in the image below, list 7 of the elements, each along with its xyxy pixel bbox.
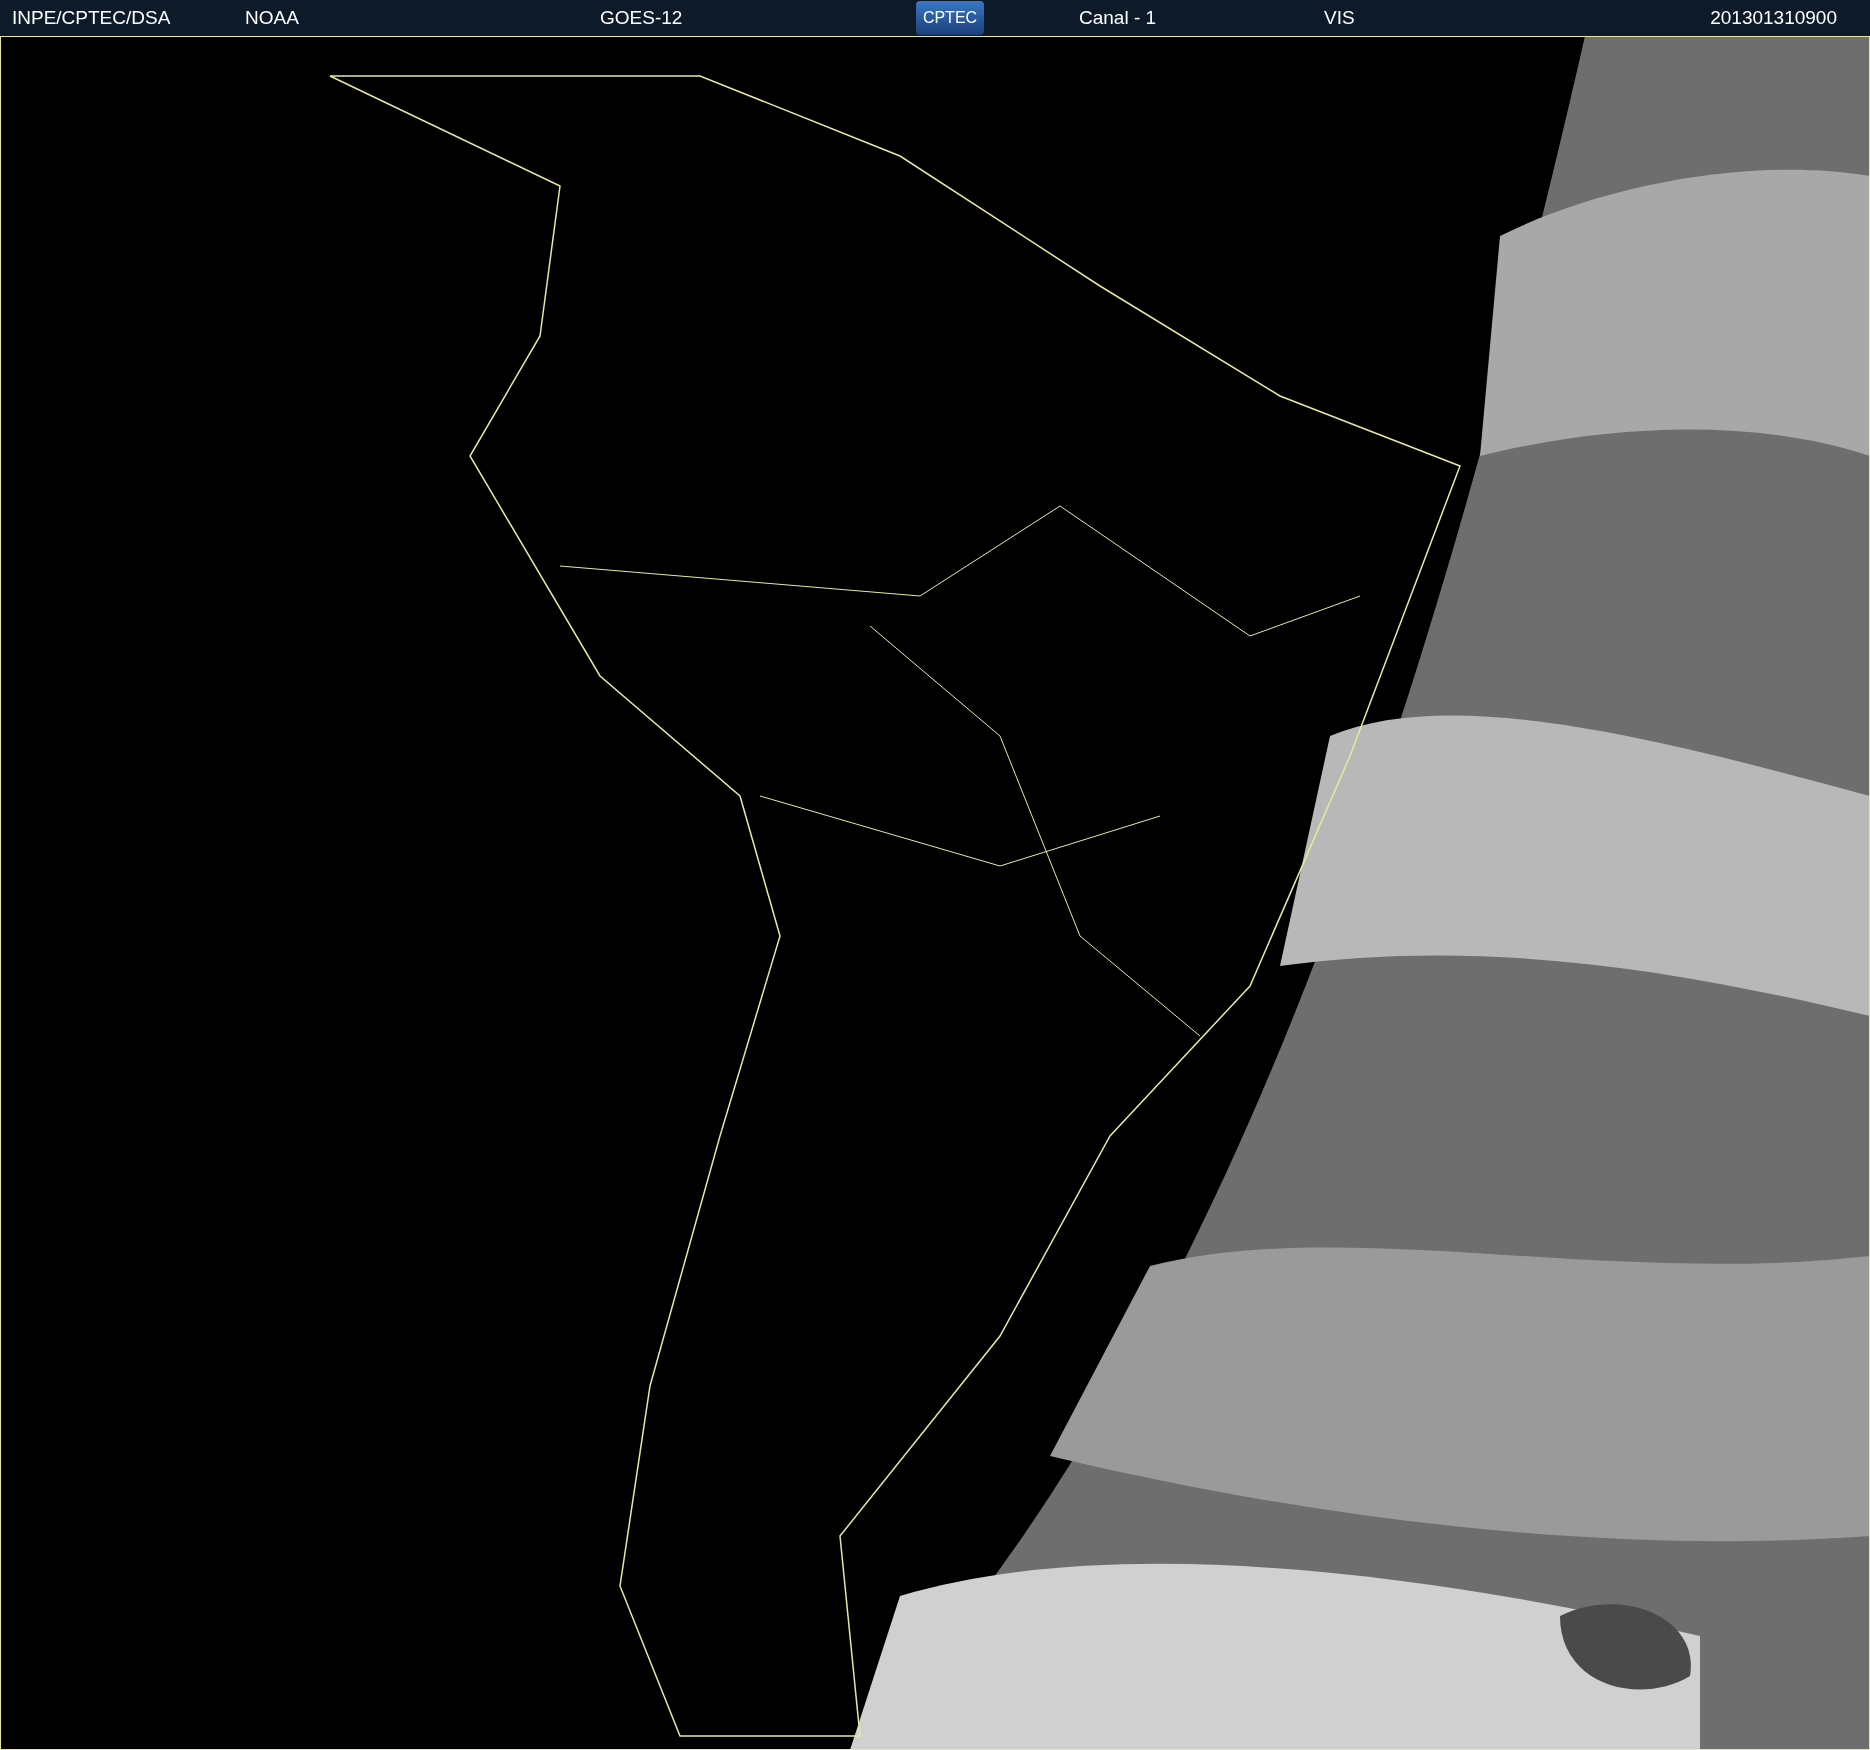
timestamp-label: 201301310900 [1710, 5, 1837, 30]
band-label: VIS [1324, 5, 1356, 30]
logo: CPTEC [916, 1, 984, 35]
agency-label: NOAA [245, 5, 300, 30]
channel-label: Canal - 1 [1079, 5, 1158, 30]
source-label: INPE/CPTEC/DSA [12, 5, 172, 30]
satellite-label: GOES-12 [600, 5, 684, 30]
